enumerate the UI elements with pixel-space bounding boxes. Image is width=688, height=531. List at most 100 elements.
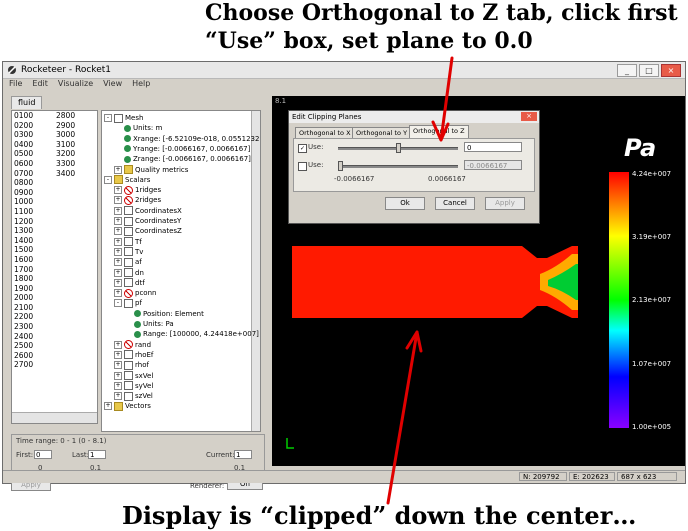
tree-item[interactable]: Units: Pa xyxy=(124,319,174,329)
tree-item[interactable]: + syVel xyxy=(114,381,153,391)
time-step-list[interactable]: 0100 2800 0200 2900 0300 3000 0400 3100 0500 3200… xyxy=(11,110,98,424)
tree-item[interactable]: + rhof xyxy=(114,360,149,370)
tree-item[interactable]: + CoordinatesX xyxy=(114,206,182,216)
list-item[interactable]: 1500 xyxy=(12,245,97,255)
minimize-button[interactable]: _ xyxy=(617,64,637,77)
list-item[interactable]: 2500 xyxy=(12,341,97,351)
list-item[interactable]: 2700 xyxy=(12,360,97,370)
list-item[interactable]: 2000 xyxy=(12,293,97,303)
list-item[interactable]: 1000 xyxy=(12,197,97,207)
tree-item[interactable]: + Tv xyxy=(114,247,143,257)
tree-item[interactable]: - Scalars xyxy=(104,175,150,185)
tab-orthogonal-z[interactable]: Orthogonal to Z xyxy=(409,125,469,139)
ok-button[interactable]: Ok xyxy=(385,197,425,210)
list-item[interactable]: 1700 xyxy=(12,265,97,275)
tree-item[interactable]: + dtf xyxy=(114,278,145,288)
tree-item[interactable]: Position: Element xyxy=(124,309,204,319)
list-scrollbar[interactable] xyxy=(12,412,97,423)
list-item[interactable]: 0200 2900 xyxy=(12,121,97,131)
expand-toggle-icon[interactable]: + xyxy=(114,340,122,349)
tree-item[interactable]: Range: [100000, 4.24418e+007] xyxy=(124,329,259,339)
apply-button[interactable]: Apply xyxy=(485,197,525,210)
tree-item[interactable]: + Tf xyxy=(114,237,142,247)
expand-toggle-icon[interactable]: + xyxy=(114,392,122,401)
expand-toggle-icon[interactable]: + xyxy=(104,402,112,411)
list-item[interactable]: 2300 xyxy=(12,322,97,332)
current-spinbox[interactable]: 1 xyxy=(234,450,252,459)
list-item[interactable]: 0400 3100 xyxy=(12,140,97,150)
menu-view[interactable]: View xyxy=(103,78,122,90)
variable-tree[interactable]: - Mesh Units: m Xrange: [-6.52109e-018, 0.0… xyxy=(101,110,261,432)
list-item[interactable]: 0500 3200 xyxy=(12,149,97,159)
close-button[interactable]: × xyxy=(661,64,681,77)
first-spinbox[interactable]: 0 xyxy=(34,450,52,459)
list-item[interactable]: 0600 3300 xyxy=(12,159,97,169)
tree-item[interactable]: Yrange: [-0.0066167, 0.0066167] xyxy=(114,144,250,154)
list-item[interactable]: 0900 xyxy=(12,188,97,198)
plane-slider-2[interactable] xyxy=(338,165,458,168)
tree-item[interactable]: +1ridges xyxy=(114,185,161,195)
menu-visualize[interactable]: Visualize xyxy=(58,78,93,90)
maximize-button[interactable]: □ xyxy=(639,64,659,77)
expand-toggle-icon[interactable]: - xyxy=(114,299,122,308)
tree-item[interactable]: + af xyxy=(114,257,142,267)
tree-item[interactable]: + sxVel xyxy=(114,371,153,381)
expand-toggle-icon[interactable]: + xyxy=(114,227,122,236)
tree-item[interactable]: Zrange: [-0.0066167, 0.0066167] xyxy=(114,154,251,164)
tree-item[interactable]: + pconn xyxy=(114,288,156,298)
tree-item[interactable]: + rand xyxy=(114,340,151,350)
list-item[interactable]: 0700 3400 xyxy=(12,169,97,179)
expand-toggle-icon[interactable]: - xyxy=(104,175,112,184)
expand-toggle-icon[interactable]: + xyxy=(114,217,122,225)
expand-toggle-icon[interactable]: + xyxy=(114,268,122,277)
list-item[interactable]: 0800 xyxy=(12,178,97,188)
tree-item[interactable]: Units: m xyxy=(114,123,162,133)
slider-thumb-2[interactable] xyxy=(338,161,343,171)
expand-toggle-icon[interactable]: + xyxy=(114,289,122,298)
render-viewport[interactable]: 8.1 Edit Clipping Planes × Orthogonal to… xyxy=(272,96,685,466)
list-item[interactable]: 1400 xyxy=(12,236,97,246)
tab-fluid[interactable]: fluid xyxy=(11,96,43,109)
dialog-close-button[interactable]: × xyxy=(521,112,537,121)
expand-toggle-icon[interactable]: + xyxy=(114,206,122,215)
tree-item[interactable]: + CoordinatesZ xyxy=(114,226,182,236)
tree-item[interactable]: + Quality metrics xyxy=(114,165,188,175)
last-spinbox[interactable]: 1 xyxy=(88,450,106,459)
expand-toggle-icon[interactable]: + xyxy=(114,361,122,370)
list-item[interactable]: 2600 xyxy=(12,351,97,361)
expand-toggle-icon[interactable]: + xyxy=(114,247,122,256)
use-checkbox-1[interactable]: ✓ xyxy=(298,144,307,153)
expand-toggle-icon[interactable]: + xyxy=(114,258,122,267)
menu-edit[interactable]: Edit xyxy=(32,78,48,90)
list-item[interactable]: 0100 2800 xyxy=(12,111,97,121)
list-item[interactable]: 1900 xyxy=(12,284,97,294)
tree-item[interactable]: + rhoEf xyxy=(114,350,153,360)
cancel-button[interactable]: Cancel xyxy=(435,197,475,210)
menu-help[interactable]: Help xyxy=(132,78,150,90)
tree-scrollbar[interactable] xyxy=(251,111,260,431)
list-item[interactable]: 1800 xyxy=(12,274,97,284)
slider-thumb-1[interactable] xyxy=(396,143,401,153)
list-item[interactable]: 1200 xyxy=(12,217,97,227)
tree-item[interactable]: + szVel xyxy=(114,391,153,401)
expand-toggle-icon[interactable]: + xyxy=(114,381,122,390)
menu-file[interactable]: File xyxy=(9,78,22,90)
expand-toggle-icon[interactable]: + xyxy=(114,350,122,359)
expand-toggle-icon[interactable]: - xyxy=(104,114,112,122)
plane-value-field-1[interactable]: 0 xyxy=(464,142,522,152)
list-item[interactable]: 2100 xyxy=(12,303,97,313)
expand-toggle-icon[interactable]: + xyxy=(114,165,122,174)
list-item[interactable]: 0300 3000 xyxy=(12,130,97,140)
expand-toggle-icon[interactable]: + xyxy=(114,371,122,380)
tree-item[interactable]: + dn xyxy=(114,268,144,278)
list-item[interactable]: 2400 xyxy=(12,332,97,342)
tree-item[interactable]: - Mesh xyxy=(104,113,143,123)
list-item[interactable]: 2200 xyxy=(12,312,97,322)
list-item[interactable]: 1100 xyxy=(12,207,97,217)
expand-toggle-icon[interactable]: + xyxy=(114,237,122,246)
use-checkbox-2[interactable] xyxy=(298,162,307,171)
list-item[interactable]: 1300 xyxy=(12,226,97,236)
list-item[interactable]: 1600 xyxy=(12,255,97,265)
tree-item[interactable]: +2ridges xyxy=(114,195,161,205)
tree-item[interactable]: - pf xyxy=(114,298,142,308)
